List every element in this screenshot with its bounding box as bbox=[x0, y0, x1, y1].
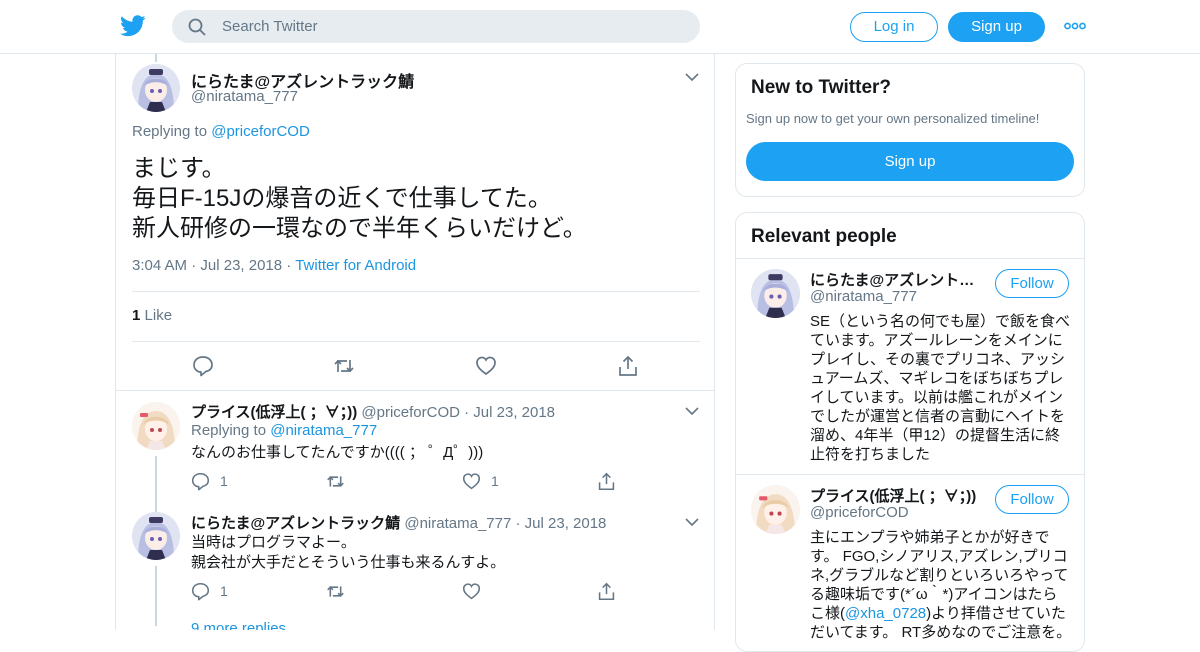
reply-icon[interactable] bbox=[192, 355, 214, 377]
card-subtitle: Sign up now to get your own personalized… bbox=[746, 111, 1040, 126]
divider bbox=[736, 474, 1084, 475]
tweet-text: まじす。 毎日F-15Jの爆音の近くで仕事してた。 新人研修の一環なので半年くら… bbox=[132, 154, 587, 244]
meta-separator: · bbox=[191, 257, 197, 274]
new-to-twitter-card: New to Twitter? Sign up now to get your … bbox=[735, 63, 1085, 197]
like-count: 1 bbox=[491, 473, 499, 489]
person-name[interactable]: にらたま@アズレントラック鯖 bbox=[810, 269, 985, 290]
author-handle[interactable]: @niratama_777 bbox=[191, 88, 298, 105]
signup-button[interactable]: Sign up bbox=[948, 12, 1045, 42]
author-handle[interactable]: @niratama_777 bbox=[404, 515, 511, 532]
reply-count: 1 bbox=[220, 473, 228, 489]
avatar[interactable] bbox=[132, 512, 180, 560]
follow-button[interactable]: Follow bbox=[995, 269, 1069, 298]
tweet-text-line: なんのお仕事してたんですか(((( ； ゜Д゜))) bbox=[191, 444, 484, 461]
thread-connector bbox=[155, 566, 157, 626]
avatar-anime-girl-icon bbox=[132, 64, 180, 112]
avatar-blonde-girl-icon bbox=[751, 485, 800, 534]
avatar[interactable] bbox=[132, 64, 180, 112]
like-heart-icon[interactable] bbox=[475, 355, 497, 377]
card-title: New to Twitter? bbox=[751, 77, 892, 98]
reply-count: 1 bbox=[220, 583, 228, 599]
replying-to-line: Replying to @niratama_777 bbox=[191, 421, 377, 441]
person-bio: 主にエンプラや姉弟子とかが好きです。 FGO,シノアリス,アズレン,プリコネ,グ… bbox=[810, 528, 1072, 642]
tweet-separator bbox=[116, 390, 714, 391]
like-heart-icon[interactable] bbox=[462, 472, 481, 491]
search-input[interactable] bbox=[222, 10, 682, 43]
login-button[interactable]: Log in bbox=[850, 12, 938, 42]
author-name[interactable]: にらたま@アズレントラック鯖 bbox=[191, 515, 400, 532]
author-handle[interactable]: @priceforCOD bbox=[361, 404, 460, 421]
divider bbox=[132, 291, 700, 292]
tweet-source-link[interactable]: Twitter for Android bbox=[295, 257, 416, 274]
tweet-date[interactable]: Jul 23, 2018 bbox=[200, 257, 282, 274]
reply-icon[interactable] bbox=[191, 472, 210, 491]
share-icon[interactable] bbox=[597, 472, 616, 491]
person-name[interactable]: プライス(低浮上( ；∀；)) bbox=[810, 485, 985, 506]
follow-button[interactable]: Follow bbox=[995, 485, 1069, 514]
avatar-anime-girl-icon bbox=[132, 512, 180, 560]
tweet-text-line: 新人研修の一環なので半年くらいだけど。 bbox=[132, 215, 587, 242]
meta-separator: · bbox=[464, 404, 470, 421]
avatar[interactable] bbox=[132, 402, 180, 450]
avatar[interactable] bbox=[751, 269, 800, 318]
replying-to-link[interactable]: @priceforCOD bbox=[211, 123, 310, 140]
chevron-down-icon[interactable] bbox=[685, 406, 699, 416]
reply-icon[interactable] bbox=[191, 582, 210, 601]
meta-separator: · bbox=[286, 257, 292, 274]
reply-header: にらたま@アズレントラック鯖 @niratama_777 · Jul 23, 2… bbox=[191, 512, 606, 533]
tweet-time[interactable]: 3:04 AM bbox=[132, 257, 187, 274]
person-bio: SE（という名の何でも屋）で飯を食べています。アズールレーンをメインにプレイし、… bbox=[810, 313, 1071, 463]
sidebar-signup-button[interactable]: Sign up bbox=[746, 142, 1074, 181]
like-stats[interactable]: 1 Like bbox=[132, 307, 172, 324]
divider bbox=[736, 258, 1084, 259]
like-label: Like bbox=[144, 307, 173, 324]
replying-prefix: Replying to bbox=[132, 123, 208, 140]
reply-header: プライス(低浮上( ；∀；)) @priceforCOD · Jul 23, 2… bbox=[191, 401, 555, 422]
retweet-icon[interactable] bbox=[333, 355, 355, 377]
tweet-metadata: 3:04 AM · Jul 23, 2018 · Twitter for And… bbox=[132, 257, 416, 274]
person-handle[interactable]: @niratama_777 bbox=[810, 288, 917, 305]
tweet-text-line: 親会社が大手だとそういう仕事も来るんすよ。 bbox=[191, 554, 506, 571]
search-icon bbox=[188, 18, 206, 36]
like-count: 1 bbox=[132, 307, 141, 324]
tweet-date[interactable]: Jul 23, 2018 bbox=[525, 515, 607, 532]
avatar-blonde-girl-icon bbox=[132, 402, 180, 450]
card-title: Relevant people bbox=[751, 226, 897, 247]
tweet-text-line: まじす。 bbox=[132, 155, 226, 182]
top-navigation-bar: Log in Sign up bbox=[0, 0, 1200, 54]
chevron-down-icon[interactable] bbox=[685, 517, 699, 527]
share-icon[interactable] bbox=[617, 355, 639, 377]
tweet-text: なんのお仕事してたんですか(((( ； ゜Д゜))) bbox=[191, 443, 483, 463]
bio-mention-link[interactable]: @xha_0728 bbox=[845, 605, 926, 622]
more-replies-link[interactable]: 9 more replies bbox=[191, 620, 286, 630]
more-options-icon[interactable] bbox=[1064, 17, 1086, 35]
relevant-people-card: Relevant people にらたま@アズレントラック鯖 @niratama… bbox=[735, 212, 1085, 652]
retweet-icon[interactable] bbox=[326, 472, 345, 491]
twitter-bird-logo-icon[interactable] bbox=[120, 14, 146, 38]
retweet-icon[interactable] bbox=[326, 582, 345, 601]
meta-separator: · bbox=[515, 515, 521, 532]
replying-to-line: Replying to @priceforCOD bbox=[132, 123, 310, 140]
tweet-date[interactable]: Jul 23, 2018 bbox=[473, 404, 555, 421]
chevron-down-icon[interactable] bbox=[685, 72, 699, 82]
avatar-anime-girl-icon bbox=[751, 269, 800, 318]
like-heart-icon[interactable] bbox=[462, 582, 481, 601]
share-icon[interactable] bbox=[597, 582, 616, 601]
replying-to-link[interactable]: @niratama_777 bbox=[270, 422, 377, 439]
avatar[interactable] bbox=[751, 485, 800, 534]
author-name[interactable]: プライス(低浮上( ；∀；)) bbox=[191, 404, 357, 421]
person-handle[interactable]: @priceforCOD bbox=[810, 504, 909, 521]
replying-prefix: Replying to bbox=[191, 422, 267, 439]
tweet-text: 当時はプログラマよー。 親会社が大手だとそういう仕事も来るんすよ。 bbox=[191, 533, 505, 573]
tweet-text-line: 毎日F-15Jの爆音の近くで仕事してた。 bbox=[132, 185, 552, 212]
divider bbox=[132, 341, 700, 342]
search-box[interactable] bbox=[172, 10, 700, 43]
conversation-column: にらたま@アズレントラック鯖 @niratama_777 Replying to… bbox=[115, 54, 715, 630]
tweet-text-line: 当時はプログラマよー。 bbox=[191, 534, 356, 551]
thread-connector bbox=[155, 54, 157, 62]
